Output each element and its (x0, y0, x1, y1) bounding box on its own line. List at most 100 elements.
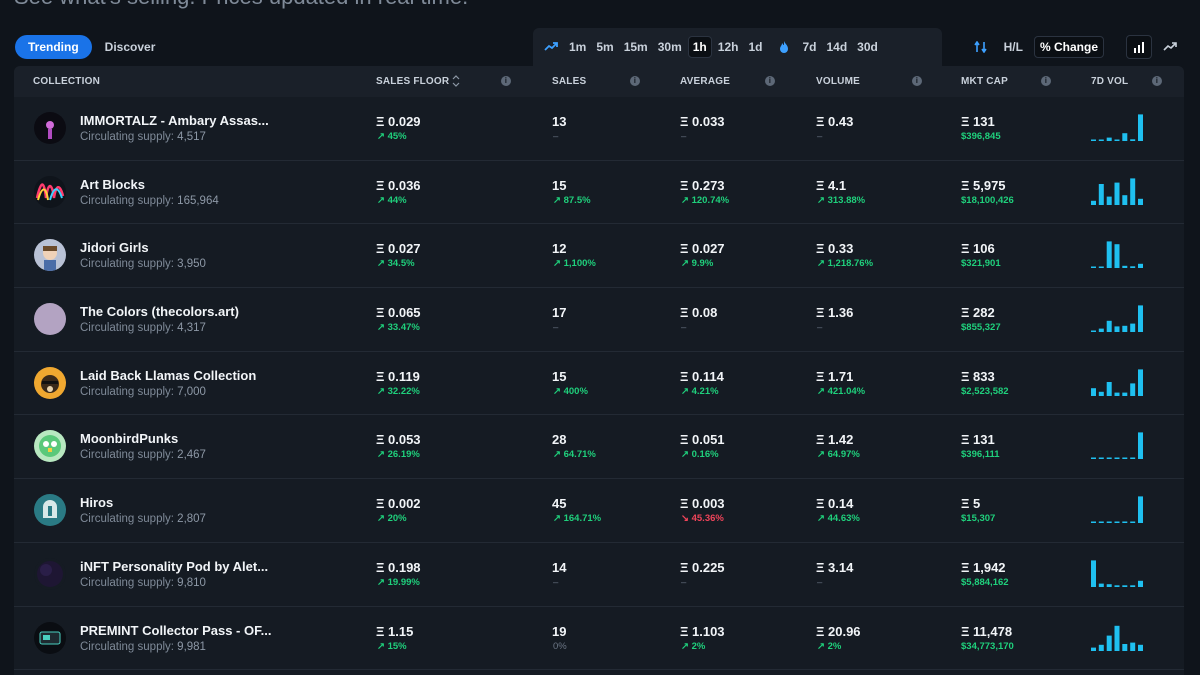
llamas-avatar[interactable] (34, 366, 66, 399)
sales-floor-change: ↗ 20% (377, 513, 407, 525)
mkt-cap-value: Ξ 282 (961, 305, 995, 321)
inft-avatar[interactable] (34, 557, 66, 590)
display-controls: H/L % Change (969, 35, 1182, 59)
timeframe-1d[interactable]: 1d (744, 37, 766, 57)
volume-bar (1091, 200, 1096, 205)
col-collection[interactable]: COLLECTION (33, 76, 100, 87)
hiros-avatar[interactable] (34, 494, 66, 527)
volume-bar (1098, 457, 1104, 460)
view-tabs: Trending Discover (15, 35, 168, 59)
arrow-icon: ↗ (377, 258, 388, 270)
col-sales-floor[interactable]: SALES FLOOR (376, 76, 449, 87)
mkt-cap-usd: $396,845 (961, 131, 1001, 142)
sales-change: – (553, 322, 559, 334)
volume-bar (1091, 560, 1096, 587)
timeframe-12h[interactable]: 12h (714, 37, 743, 57)
sales-floor-change: ↗ 34.5% (377, 258, 415, 270)
page-subtitle: See what's selling. Prices updated in re… (14, 0, 468, 10)
pct-change-toggle-button[interactable]: % Change (1033, 36, 1104, 58)
hl-toggle-button[interactable]: H/L (999, 37, 1028, 57)
collection-name[interactable]: iNFT Personality Pod by Alet... (80, 559, 268, 574)
volume-bar (1098, 644, 1104, 651)
thecolors-avatar[interactable] (34, 303, 66, 336)
info-icon[interactable]: i (630, 76, 640, 86)
table-row[interactable]: IMMORTALZ - Ambary Assas... Circulating … (14, 97, 1184, 161)
table-row[interactable]: Hiros Circulating supply: 2,807 Ξ 0.002 … (14, 479, 1184, 543)
collection-name[interactable]: IMMORTALZ - Ambary Assas... (80, 113, 269, 128)
average-value: Ξ 0.273 (680, 177, 725, 193)
premint-avatar[interactable] (34, 621, 66, 654)
col-sales[interactable]: SALES (552, 76, 586, 87)
mkt-cap-value: Ξ 833 (961, 368, 995, 384)
volume-bar (1122, 521, 1128, 524)
collection-name[interactable]: Hiros (80, 495, 113, 510)
timeframe-7d[interactable]: 7d (798, 37, 820, 57)
collection-name[interactable]: PREMINT Collector Pass - OF... (80, 623, 271, 638)
col-average[interactable]: AVERAGE (680, 76, 730, 87)
tab-trending[interactable]: Trending (15, 35, 92, 59)
moonbirdpunks-avatar[interactable] (34, 430, 66, 463)
timeframe-30d[interactable]: 30d (853, 37, 882, 57)
line-chart-icon[interactable] (1158, 36, 1182, 58)
collection-name[interactable]: The Colors (thecolors.art) (80, 304, 239, 319)
timeframe-5m[interactable]: 5m (592, 37, 617, 57)
circulating-supply: Circulating supply: 7,000 (80, 385, 206, 398)
volume-bar (1122, 392, 1128, 396)
trending-up-icon (543, 39, 559, 55)
mkt-cap-usd: $5,884,162 (961, 576, 1009, 588)
sort-chevron-icon[interactable] (452, 75, 460, 90)
immortalz-avatar[interactable] (34, 112, 66, 144)
table-row[interactable]: The Colors (thecolors.art) Circulating s… (14, 288, 1184, 352)
jidori-avatar[interactable] (34, 239, 66, 272)
volume-bar (1106, 241, 1112, 269)
info-icon[interactable]: i (1041, 76, 1051, 86)
average-change: ↗ 2% (681, 640, 706, 652)
arrow-icon: ↗ (681, 194, 692, 206)
info-icon[interactable]: i (501, 76, 511, 86)
volume-bar (1138, 198, 1143, 205)
table-row[interactable]: PREMINT Collector Pass - OF... Circulati… (14, 607, 1184, 671)
info-icon[interactable]: i (912, 76, 922, 86)
sales-value: 15 (552, 368, 567, 384)
table-row[interactable]: iNFT Personality Pod by Alet... Circulat… (14, 543, 1184, 607)
volume-bar (1114, 585, 1120, 587)
volume-bar (1091, 457, 1096, 460)
average-change: – (681, 322, 687, 334)
artblocks-avatar[interactable] (34, 175, 66, 208)
timeframe-1h[interactable]: 1h (687, 36, 712, 58)
sales-floor-change: ↗ 15% (377, 640, 407, 652)
volume-bar (1106, 584, 1112, 587)
tab-discover[interactable]: Discover (92, 35, 169, 59)
col-mkt-cap[interactable]: MKT CAP (961, 76, 1008, 87)
info-icon[interactable]: i (765, 76, 775, 86)
table-row[interactable]: Jidori Girls Circulating supply: 3,950 Ξ… (14, 224, 1184, 289)
table-row[interactable]: Laid Back Llamas Collection Circulating … (14, 352, 1184, 416)
volume-bar (1098, 583, 1104, 587)
collection-name[interactable]: Laid Back Llamas Collection (80, 368, 256, 383)
volume-bar (1138, 369, 1143, 396)
bar-chart-icon[interactable] (1126, 35, 1152, 59)
timeframe-15m[interactable]: 15m (620, 37, 652, 57)
sales-floor-change: ↗ 26.19% (377, 449, 420, 461)
collection-name[interactable]: Jidori Girls (80, 240, 149, 255)
timeframe-30m[interactable]: 30m (654, 37, 686, 57)
sales-change: ↗ 87.5% (553, 194, 591, 206)
volume-bar (1091, 647, 1096, 651)
volume-value: Ξ 0.14 (816, 496, 854, 512)
collection-name[interactable]: MoonbirdPunks (80, 431, 178, 446)
mkt-cap-usd: $15,307 (961, 513, 996, 525)
timeframe-1m[interactable]: 1m (565, 37, 590, 57)
sort-arrows-icon[interactable] (969, 36, 993, 58)
timeframe-selector: 1m 5m 15m 30m 1h 12h 1d 7d 14d 30d (533, 28, 942, 66)
col-7d-vol[interactable]: 7D VOL (1091, 76, 1128, 87)
sales-floor-change: ↗ 33.47% (377, 322, 420, 334)
timeframe-14d[interactable]: 14d (822, 37, 851, 57)
mkt-cap-value: Ξ 5 (961, 496, 981, 512)
collection-name[interactable]: Art Blocks (80, 177, 145, 192)
col-volume[interactable]: VOLUME (816, 76, 860, 87)
table-row[interactable]: MoonbirdPunks Circulating supply: 2,467 … (14, 415, 1184, 480)
sales-value: 12 (552, 241, 567, 257)
average-change: ↘ 45.36% (681, 513, 724, 525)
table-row[interactable]: Art Blocks Circulating supply: 165,964 Ξ… (14, 161, 1184, 225)
info-icon[interactable]: i (1152, 76, 1162, 86)
